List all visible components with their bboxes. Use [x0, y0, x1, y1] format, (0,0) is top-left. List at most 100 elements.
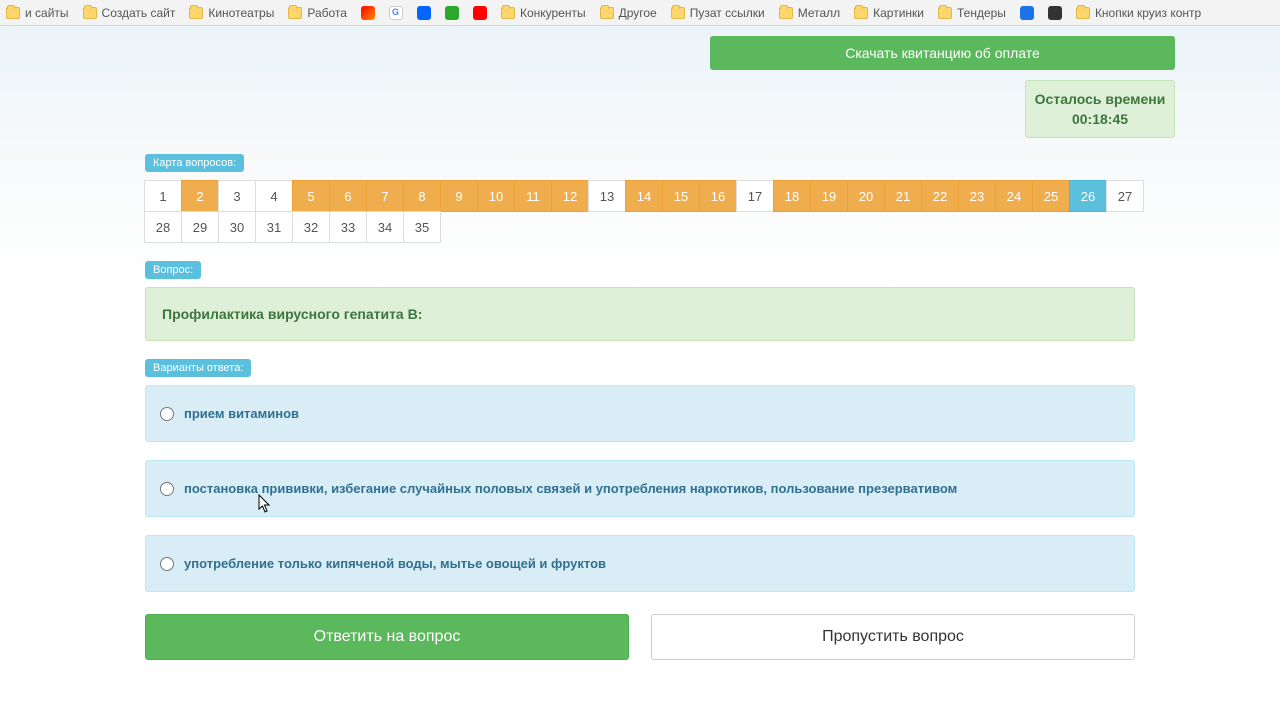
- question-map-cell[interactable]: 23: [958, 180, 996, 212]
- folder-icon: [189, 7, 203, 19]
- folder-icon: [671, 7, 685, 19]
- question-map-cell[interactable]: 18: [773, 180, 811, 212]
- favicon-icon: [361, 6, 375, 20]
- question-map-cell[interactable]: 30: [218, 211, 256, 243]
- answer-radio[interactable]: [160, 557, 174, 571]
- answer-option[interactable]: постановка прививки, избегание случайных…: [145, 460, 1135, 517]
- question-map-cell[interactable]: 31: [255, 211, 293, 243]
- question-map-cell[interactable]: 6: [329, 180, 367, 212]
- bookmark-item[interactable]: [361, 6, 375, 20]
- question-map-cell[interactable]: 5: [292, 180, 330, 212]
- question-map: 1234567891011121314151617181920212223242…: [145, 180, 1135, 243]
- question-map-cell[interactable]: 29: [181, 211, 219, 243]
- question-map-tag: Карта вопросов:: [145, 154, 244, 172]
- bookmark-item[interactable]: [445, 6, 459, 20]
- favicon-icon: [417, 6, 431, 20]
- bookmark-label: Картинки: [873, 6, 924, 20]
- question-map-cell[interactable]: 4: [255, 180, 293, 212]
- folder-icon: [501, 7, 515, 19]
- question-map-cell[interactable]: 20: [847, 180, 885, 212]
- bookmark-label: Пузат ссылки: [690, 6, 765, 20]
- bookmark-item[interactable]: Тендеры: [938, 6, 1006, 20]
- question-map-cell[interactable]: 21: [884, 180, 922, 212]
- bookmark-item[interactable]: [389, 6, 403, 20]
- bookmark-item[interactable]: Кинотеатры: [189, 6, 274, 20]
- bookmark-item[interactable]: Пузат ссылки: [671, 6, 765, 20]
- folder-icon: [938, 7, 952, 19]
- bookmark-item[interactable]: Металл: [779, 6, 840, 20]
- download-receipt-button[interactable]: Скачать квитанцию об оплате: [710, 36, 1175, 70]
- bookmark-item[interactable]: Работа: [288, 6, 347, 20]
- question-map-cell[interactable]: 15: [662, 180, 700, 212]
- question-map-cell[interactable]: 17: [736, 180, 774, 212]
- question-map-cell[interactable]: 25: [1032, 180, 1070, 212]
- bookmark-item[interactable]: Картинки: [854, 6, 924, 20]
- bookmark-label: Создать сайт: [102, 6, 176, 20]
- question-map-cell[interactable]: 10: [477, 180, 515, 212]
- answer-radio[interactable]: [160, 407, 174, 421]
- question-map-cell[interactable]: 24: [995, 180, 1033, 212]
- action-row: Ответить на вопрос Пропустить вопрос: [145, 614, 1135, 660]
- folder-icon: [1076, 7, 1090, 19]
- question-map-cell[interactable]: 3: [218, 180, 256, 212]
- question-text: Профилактика вирусного гепатита В:: [145, 287, 1135, 341]
- bookmark-label: Кинотеатры: [208, 6, 274, 20]
- folder-icon: [83, 7, 97, 19]
- bookmark-item[interactable]: и сайты: [6, 6, 69, 20]
- question-map-cell[interactable]: 19: [810, 180, 848, 212]
- bookmark-label: и сайты: [25, 6, 69, 20]
- question-map-cell[interactable]: 14: [625, 180, 663, 212]
- question-map-cell[interactable]: 27: [1106, 180, 1144, 212]
- question-map-cell[interactable]: 33: [329, 211, 367, 243]
- question-map-cell[interactable]: 2: [181, 180, 219, 212]
- question-map-cell[interactable]: 28: [144, 211, 182, 243]
- bookmark-item[interactable]: Кнопки круиз контр: [1076, 6, 1201, 20]
- question-map-cell[interactable]: 16: [699, 180, 737, 212]
- favicon-icon: [389, 6, 403, 20]
- bookmark-item[interactable]: [417, 6, 431, 20]
- question-map-cell[interactable]: 11: [514, 180, 552, 212]
- bookmark-label: Кнопки круиз контр: [1095, 6, 1201, 20]
- timer-label: Осталось времени: [1035, 91, 1166, 107]
- bookmark-label: Тендеры: [957, 6, 1006, 20]
- question-map-cell[interactable]: 13: [588, 180, 626, 212]
- question-map-cell[interactable]: 12: [551, 180, 589, 212]
- folder-icon: [600, 7, 614, 19]
- question-map-cell[interactable]: 7: [366, 180, 404, 212]
- answer-button[interactable]: Ответить на вопрос: [145, 614, 629, 660]
- bookmark-item[interactable]: [473, 6, 487, 20]
- answer-option[interactable]: употребление только кипяченой воды, мыть…: [145, 535, 1135, 592]
- favicon-icon: [473, 6, 487, 20]
- bookmark-item[interactable]: Создать сайт: [83, 6, 176, 20]
- time-remaining-box: Осталось времени 00:18:45: [1025, 80, 1175, 138]
- question-map-cell[interactable]: 35: [403, 211, 441, 243]
- favicon-icon: [1048, 6, 1062, 20]
- answers-list: прием витаминов постановка прививки, избе…: [145, 385, 1135, 592]
- answer-option[interactable]: прием витаминов: [145, 385, 1135, 442]
- question-map-cell[interactable]: 22: [921, 180, 959, 212]
- question-map-cell[interactable]: 8: [403, 180, 441, 212]
- question-map-cell[interactable]: 1: [144, 180, 182, 212]
- question-map-cell[interactable]: 32: [292, 211, 330, 243]
- bookmark-bar: и сайты Создать сайт Кинотеатры Работа Конку…: [0, 0, 1280, 26]
- question-map-cell[interactable]: 9: [440, 180, 478, 212]
- folder-icon: [854, 7, 868, 19]
- answer-radio[interactable]: [160, 482, 174, 496]
- bookmark-item[interactable]: [1020, 6, 1034, 20]
- skip-button[interactable]: Пропустить вопрос: [651, 614, 1135, 660]
- bookmark-label: Работа: [307, 6, 347, 20]
- question-map-cell[interactable]: 26: [1069, 180, 1107, 212]
- answer-text: постановка прививки, избегание случайных…: [184, 481, 957, 496]
- question-tag: Вопрос:: [145, 261, 201, 279]
- bookmark-item[interactable]: [1048, 6, 1062, 20]
- bookmark-label: Конкуренты: [520, 6, 586, 20]
- quiz-content: Карта вопросов: 123456789101112131415161…: [145, 26, 1135, 660]
- question-map-cell[interactable]: 34: [366, 211, 404, 243]
- bookmark-item[interactable]: Другое: [600, 6, 657, 20]
- answer-text: прием витаминов: [184, 406, 299, 421]
- bookmark-item[interactable]: Конкуренты: [501, 6, 586, 20]
- answer-text: употребление только кипяченой воды, мыть…: [184, 556, 606, 571]
- bookmark-label: Металл: [798, 6, 840, 20]
- folder-icon: [779, 7, 793, 19]
- folder-icon: [6, 7, 20, 19]
